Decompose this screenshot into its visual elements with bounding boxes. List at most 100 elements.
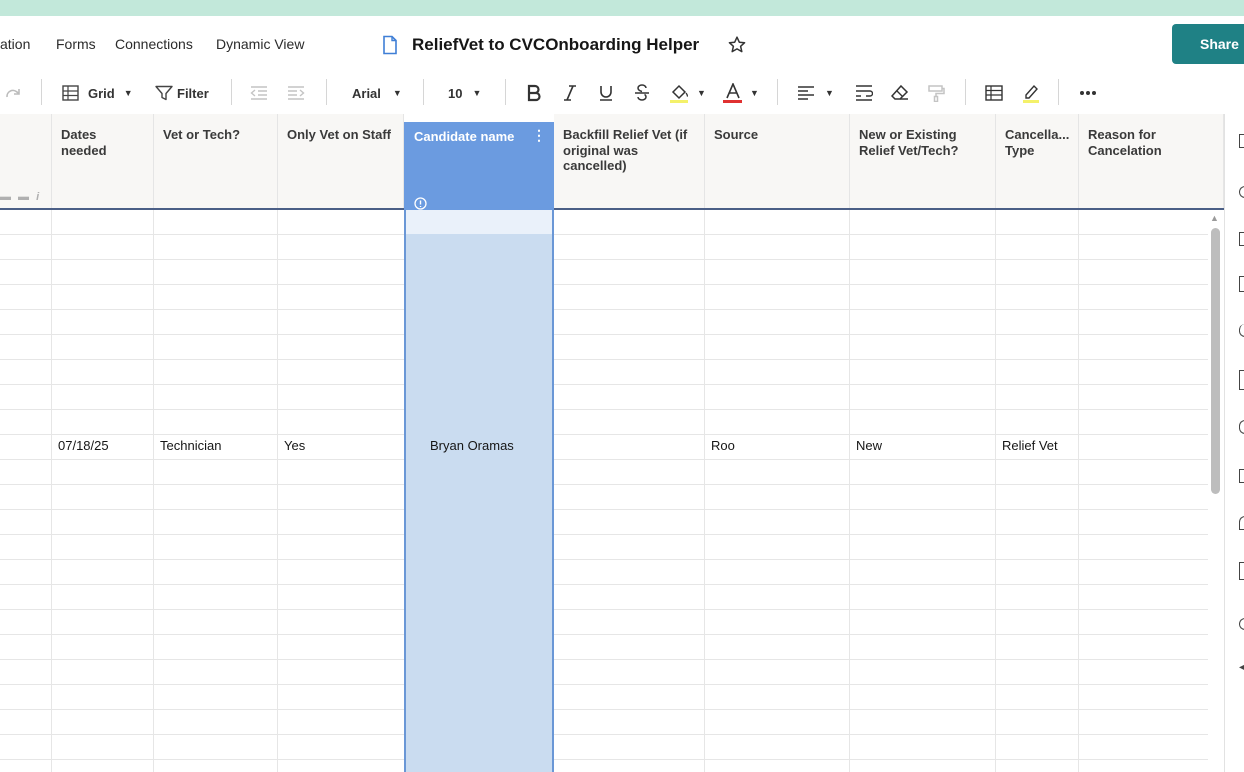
panel-icon[interactable] (1239, 618, 1244, 630)
column-header-backfill[interactable]: Backfill Relief Vet (if original was can… (554, 114, 705, 208)
column-header-new-or-existing[interactable]: New or Existing Relief Vet/Tech? (850, 114, 996, 208)
font-size-value: 10 (448, 85, 463, 101)
grid-line (0, 309, 1208, 310)
scroll-up-arrow-icon[interactable]: ▲ (1210, 213, 1219, 223)
grid-line (0, 459, 1208, 460)
grid-line (0, 284, 1208, 285)
font-family-select[interactable]: Arial ▼ (352, 72, 402, 114)
nav-dynamic-view[interactable]: Dynamic View (216, 36, 304, 52)
column-header-candidate-name[interactable]: Candidate name ⋮ (404, 122, 554, 210)
cell-dates-needed[interactable]: 07/18/25 (58, 438, 109, 453)
indent-icon[interactable] (287, 72, 305, 114)
panel-icon[interactable] (1239, 276, 1244, 292)
table-icon[interactable] (985, 72, 1003, 114)
grid-line (0, 259, 1208, 260)
align-button[interactable]: ▼ (797, 72, 834, 114)
grid-line (0, 759, 1208, 760)
row-indicator-icons: ▬ ▬ i (0, 191, 42, 203)
grid-line (0, 434, 1208, 435)
column-header-vet-or-tech[interactable]: Vet or Tech? (154, 114, 278, 208)
cell-new-or-existing[interactable]: New (856, 438, 882, 453)
more-options-icon[interactable] (1079, 72, 1097, 114)
toolbar-divider (326, 79, 327, 105)
toolbar-divider (777, 79, 778, 105)
favorite-star-icon[interactable] (727, 35, 747, 55)
grid-line (0, 334, 1208, 335)
fill-color-button[interactable]: ▼ (670, 72, 706, 114)
bold-icon[interactable] (526, 72, 542, 114)
toolbar-divider (505, 79, 506, 105)
toolbar-divider (1058, 79, 1059, 105)
highlight-icon[interactable] (1021, 72, 1041, 114)
nav-connections[interactable]: Connections (115, 36, 193, 52)
column-menu-icon[interactable]: ⋮ (532, 128, 546, 142)
column-header-cancellation-type[interactable]: Cancella... Type (996, 114, 1079, 208)
grid-line (0, 384, 1208, 385)
font-size-select[interactable]: 10 ▼ (448, 72, 481, 114)
grid-line (0, 234, 1208, 235)
share-button[interactable]: Share (1172, 24, 1244, 64)
panel-icon[interactable] (1239, 232, 1244, 246)
grid-line (0, 509, 1208, 510)
grid-line (0, 359, 1208, 360)
filter-button[interactable]: Filter (155, 72, 209, 114)
panel-icon[interactable] (1239, 562, 1244, 580)
collapse-panel-icon[interactable]: ◀ (1239, 662, 1244, 673)
text-color-button[interactable]: ▼ (723, 72, 759, 114)
strikethrough-icon[interactable] (634, 72, 650, 114)
top-banner (0, 0, 1244, 16)
grid-line (0, 684, 1208, 685)
grid-line (0, 634, 1208, 635)
toolbar-divider (231, 79, 232, 105)
nav-forms[interactable]: Forms (56, 36, 96, 52)
italic-icon[interactable] (562, 72, 578, 114)
scrollbar-thumb[interactable] (1211, 228, 1220, 494)
active-cell[interactable] (406, 210, 552, 234)
grid-line (704, 210, 705, 772)
toolbar-divider (41, 79, 42, 105)
wrap-text-icon[interactable] (855, 72, 873, 114)
panel-icon[interactable] (1239, 516, 1244, 530)
redo-icon[interactable] (3, 72, 23, 114)
underline-icon[interactable] (598, 72, 614, 114)
grid-line (0, 584, 1208, 585)
chevron-down-icon: ▼ (825, 88, 834, 98)
panel-icon[interactable] (1239, 370, 1244, 390)
grid-line (0, 609, 1208, 610)
cell-cancellation-type[interactable]: Relief Vet (1002, 438, 1058, 453)
info-icon (414, 197, 427, 210)
right-side-panel: ◀ (1224, 114, 1244, 772)
column-header-only-vet-on-staff[interactable]: Only Vet on Staff (278, 114, 404, 208)
panel-icon[interactable] (1239, 469, 1244, 483)
panel-icon[interactable] (1239, 420, 1244, 434)
column-header-dates-needed[interactable]: Dates needed (52, 114, 154, 208)
grid-line (0, 534, 1208, 535)
row-number-header: ▬ ▬ i (0, 114, 52, 208)
view-switcher[interactable]: Grid ▼ (62, 72, 133, 114)
cell-candidate-name[interactable]: Bryan Oramas (430, 438, 514, 453)
column-header-reason[interactable]: Reason for Cancelation (1079, 114, 1224, 208)
panel-icon[interactable] (1239, 134, 1244, 148)
header-divider (0, 208, 1224, 210)
cell-vet-or-tech[interactable]: Technician (160, 438, 221, 453)
column-header-source[interactable]: Source (705, 114, 850, 208)
font-family-value: Arial (352, 85, 381, 101)
grid-line (0, 484, 1208, 485)
nav-automation[interactable]: ation (0, 36, 30, 52)
chevron-down-icon: ▼ (750, 88, 759, 98)
cell-only-vet-on-staff[interactable]: Yes (284, 438, 305, 453)
panel-icon[interactable] (1239, 324, 1244, 337)
grid-line (849, 210, 850, 772)
outdent-icon[interactable] (250, 72, 268, 114)
toolbar-divider (965, 79, 966, 105)
align-left-icon (797, 86, 815, 100)
format-painter-icon[interactable] (927, 72, 945, 114)
panel-icon[interactable] (1239, 186, 1244, 198)
clear-format-icon[interactable] (891, 72, 909, 114)
chevron-down-icon: ▼ (123, 88, 133, 98)
sheet-icon (381, 35, 399, 55)
grid-line (0, 409, 1208, 410)
cell-source[interactable]: Roo (711, 438, 735, 453)
grid-line (51, 210, 52, 772)
toolbar-divider (423, 79, 424, 105)
